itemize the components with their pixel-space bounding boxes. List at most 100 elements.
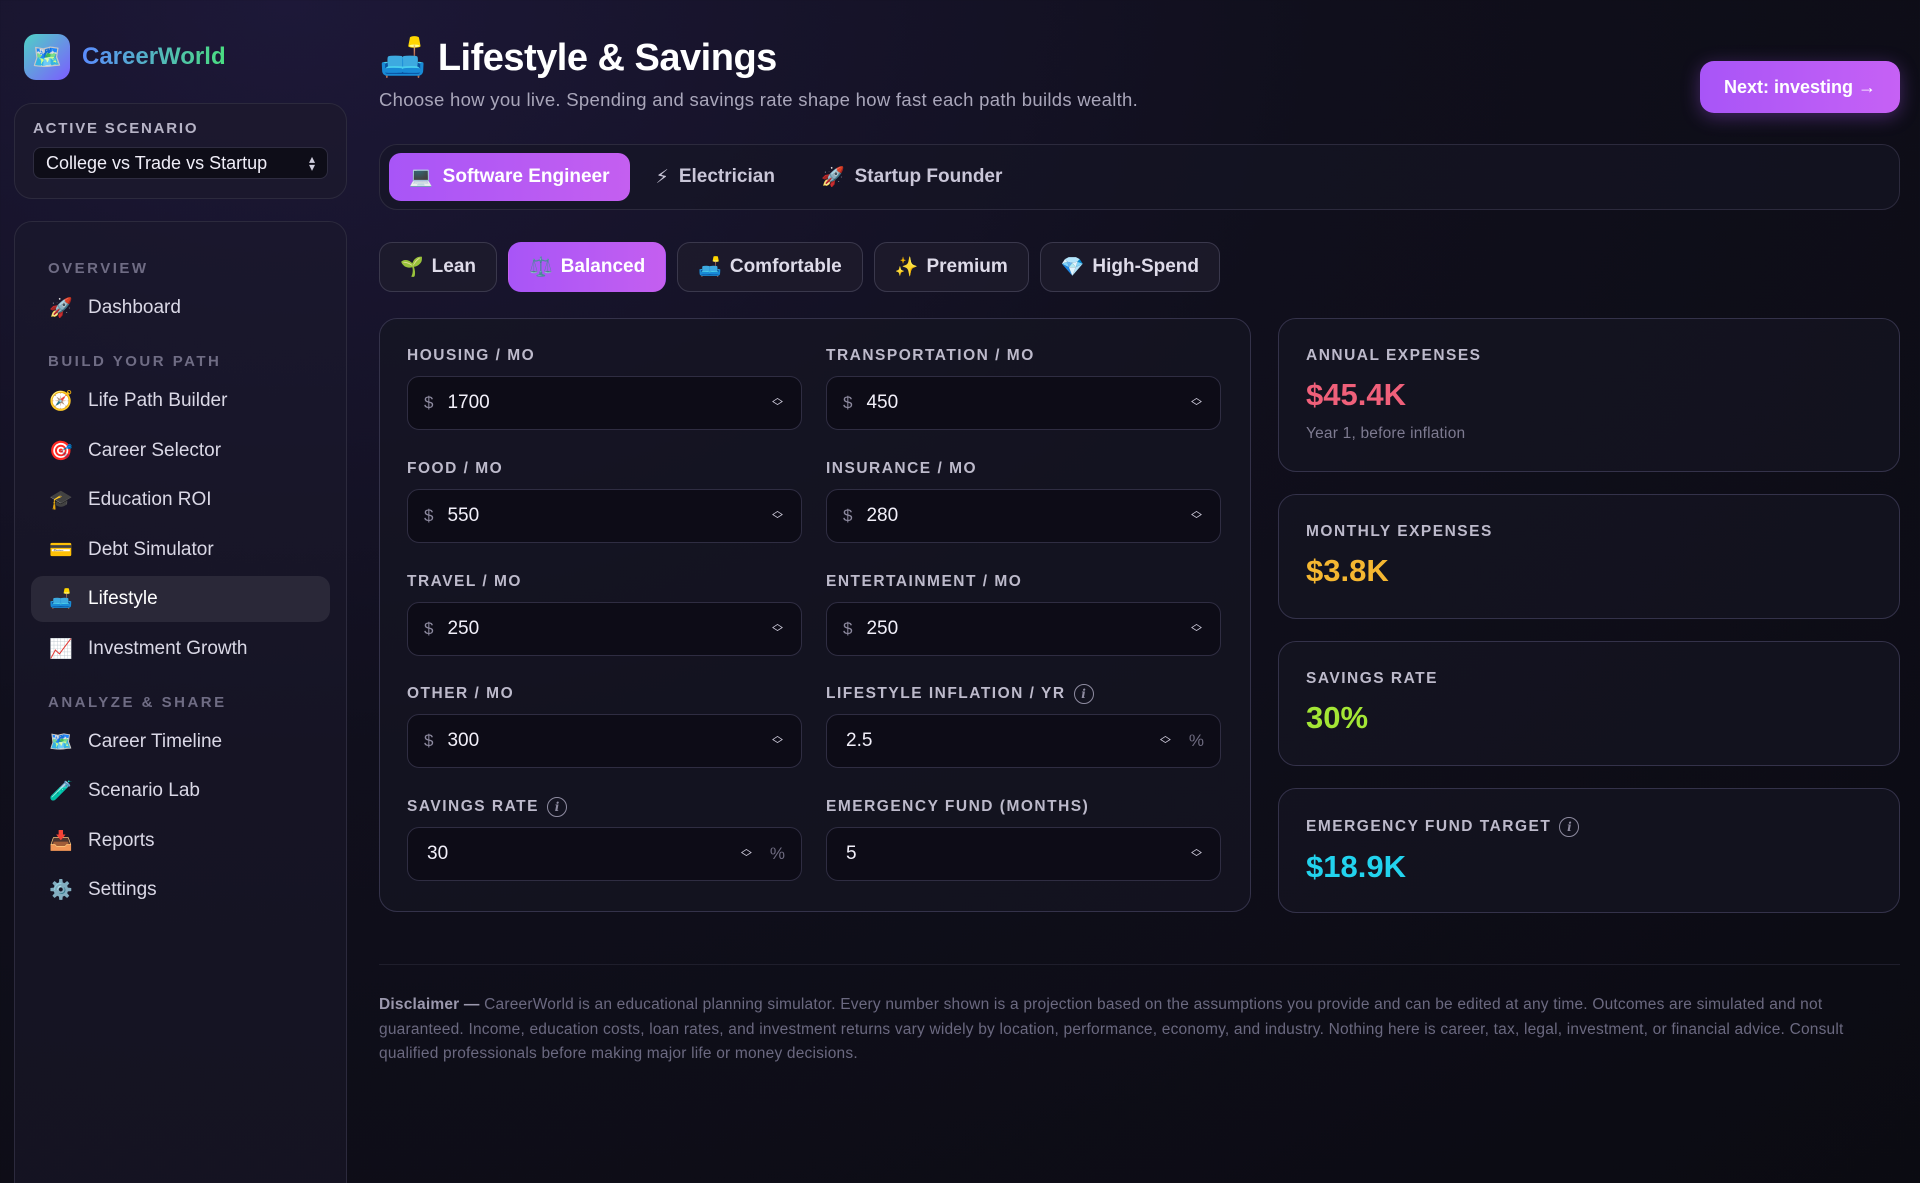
stepper-icon[interactable]: ︿ ﹀	[1191, 393, 1202, 413]
sidebar-item-label: Debt Simulator	[88, 538, 214, 560]
tab-startup-founder[interactable]: 🚀 Startup Founder	[801, 153, 1022, 201]
info-icon[interactable]: i	[1073, 684, 1094, 705]
app-root: 🗺️ CareerWorld ACTIVE SCENARIO College v…	[0, 0, 1920, 1183]
field-label: TRAVEL / MO	[407, 572, 522, 590]
credit-card-icon: 💳	[49, 539, 73, 561]
sidebar: 🗺️ CareerWorld ACTIVE SCENARIO College v…	[14, 0, 347, 1183]
transportation-input[interactable]: $ 450 ︿ ﹀	[826, 376, 1221, 430]
field-value: 550	[447, 504, 480, 526]
page-title-text: Lifestyle & Savings	[437, 36, 777, 79]
info-icon[interactable]: i	[546, 797, 567, 818]
preset-label: Premium	[926, 256, 1008, 277]
preset-label: Comfortable	[729, 256, 842, 277]
monthly-expenses-card: MONTHLY EXPENSES $3.8K	[1278, 494, 1900, 619]
active-scenario-card: ACTIVE SCENARIO College vs Trade vs Star…	[14, 103, 347, 199]
currency-prefix: $	[843, 393, 853, 412]
preset-comfortable-button[interactable]: 🛋️ Comfortable	[677, 242, 863, 292]
savings-rate-input[interactable]: 30 ︿ ﹀ %	[407, 827, 802, 882]
stepper-icon[interactable]: ︿ ﹀	[1191, 505, 1202, 525]
currency-prefix: $	[424, 505, 434, 525]
field-value: 250	[447, 617, 480, 639]
stepper-icon[interactable]: ︿ ﹀	[772, 618, 783, 638]
stepper-icon[interactable]: ︿ ﹀	[1191, 844, 1202, 864]
entertainment-input[interactable]: $ 250 ︿ ﹀	[826, 601, 1221, 656]
emergency-fund-input[interactable]: 5 ︿ ﹀	[826, 827, 1221, 882]
stat-label: SAVINGS RATE	[1306, 670, 1438, 687]
currency-prefix: $	[424, 731, 434, 751]
stat-value: $3.8K	[1306, 553, 1389, 588]
sidebar-item-education-roi[interactable]: 🎓 Education ROI	[31, 477, 330, 523]
stepper-icon[interactable]: ︿ ﹀	[1191, 618, 1202, 638]
field-travel: TRAVEL / MO $ 250 ︿ ﹀	[407, 573, 802, 658]
sidebar-item-debt-simulator[interactable]: 💳 Debt Simulator	[31, 527, 330, 573]
stepper-icon[interactable]: ︿ ﹀	[741, 844, 752, 864]
inbox-icon: 📥	[49, 830, 73, 852]
housing-input[interactable]: $ 1700 ︿ ﹀	[407, 376, 802, 430]
travel-input[interactable]: $ 250 ︿ ﹀	[407, 601, 802, 656]
sidebar-item-label: Education ROI	[88, 489, 212, 510]
field-label: FOOD / MO	[407, 459, 504, 477]
sidebar-item-dashboard[interactable]: 🚀 Dashboard	[31, 285, 330, 331]
stat-value: $45.4K	[1306, 377, 1406, 412]
field-label: INSURANCE / MO	[826, 459, 978, 477]
stepper-icon[interactable]: ︿ ﹀	[772, 393, 783, 413]
field-insurance: INSURANCE / MO $ 280 ︿ ﹀	[826, 460, 1221, 545]
other-input[interactable]: $ 300 ︿ ﹀	[407, 714, 802, 769]
sidebar-item-career-timeline[interactable]: 🗺️ Career Timeline	[31, 719, 330, 765]
field-value: 280	[866, 504, 899, 526]
tab-label: Software Engineer	[442, 166, 610, 187]
preset-lean-button[interactable]: 🌱 Lean	[379, 242, 498, 292]
tab-electrician[interactable]: ⚡ Electrician	[636, 153, 795, 201]
food-input[interactable]: $ 550 ︿ ﹀	[407, 488, 802, 543]
stepper-icon[interactable]: ︿ ﹀	[772, 731, 783, 751]
sidebar-item-investment-growth[interactable]: 📈 Investment Growth	[31, 626, 330, 672]
field-label: TRANSPORTATION / MO	[826, 347, 1035, 364]
preset-high-spend-button[interactable]: 💎 High-Spend	[1039, 242, 1221, 292]
sidebar-item-label: Life Path Builder	[88, 390, 228, 411]
field-transportation: TRANSPORTATION / MO $ 450 ︿ ﹀	[826, 347, 1221, 432]
sidebar-item-lifestyle[interactable]: 🛋️ Lifestyle	[31, 576, 330, 622]
lifestyle-inflation-input[interactable]: 2.5 ︿ ﹀ %	[826, 714, 1221, 769]
sparkles-icon: ✨	[894, 257, 919, 278]
sidebar-item-reports[interactable]: 📥 Reports	[31, 818, 330, 864]
field-entertainment: ENTERTAINMENT / MO $ 250 ︿ ﹀	[826, 573, 1221, 658]
field-value: 300	[447, 730, 480, 752]
preset-balanced-button[interactable]: ⚖️ Balanced	[508, 242, 667, 292]
stat-value: $18.9K	[1306, 849, 1406, 884]
insurance-input[interactable]: $ 280 ︿ ﹀	[826, 488, 1221, 543]
field-value: 2.5	[846, 730, 873, 752]
laptop-icon: 💻	[409, 167, 433, 188]
field-food: FOOD / MO $ 550 ︿ ﹀	[407, 460, 802, 545]
tab-software-engineer[interactable]: 💻 Software Engineer	[389, 153, 630, 201]
gear-icon: ⚙️	[49, 880, 73, 901]
percent-suffix: %	[769, 844, 785, 864]
tab-label: Electrician	[678, 166, 775, 187]
stepper-icon[interactable]: ︿ ﹀	[772, 505, 783, 525]
stat-label: ANNUAL EXPENSES	[1306, 347, 1482, 364]
scenario-select[interactable]: College vs Trade vs Startup ▴ ▾	[33, 147, 328, 179]
stepper-icon[interactable]: ︿ ﹀	[1160, 731, 1171, 751]
scales-icon: ⚖️	[529, 257, 553, 278]
field-other: OTHER / MO $ 300 ︿ ﹀	[407, 685, 802, 770]
brand[interactable]: 🗺️ CareerWorld	[24, 34, 226, 80]
sidebar-item-label: Career Selector	[88, 439, 222, 461]
next-investing-button[interactable]: Next: investing →	[1700, 61, 1900, 113]
nav-section-title: OVERVIEW	[48, 260, 149, 277]
field-value: 250	[866, 617, 899, 639]
info-icon[interactable]: i	[1559, 817, 1580, 837]
couch-icon: 🛋️	[698, 257, 722, 278]
stat-label: EMERGENCY FUND TARGET i	[1306, 817, 1872, 837]
sidebar-item-scenario-lab[interactable]: 🧪 Scenario Lab	[31, 768, 330, 814]
target-icon: 🎯	[49, 440, 73, 462]
preset-premium-button[interactable]: ✨ Premium	[873, 242, 1029, 292]
map-icon: 🗺️	[49, 731, 73, 753]
savings-rate-card: SAVINGS RATE 30%	[1278, 641, 1900, 766]
career-tabs: 💻 Software Engineer ⚡ Electrician 🚀 Star…	[379, 144, 1900, 210]
sidebar-item-label: Dashboard	[88, 297, 181, 318]
sidebar-item-career-selector[interactable]: 🎯 Career Selector	[31, 428, 330, 474]
seedling-icon: 🌱	[400, 257, 424, 278]
sidebar-item-settings[interactable]: ⚙️ Settings	[31, 867, 330, 913]
sidebar-item-label: Lifestyle	[88, 588, 158, 609]
field-label: SAVINGS RATE i	[407, 797, 802, 818]
sidebar-item-life-path-builder[interactable]: 🧭 Life Path Builder	[31, 378, 330, 424]
